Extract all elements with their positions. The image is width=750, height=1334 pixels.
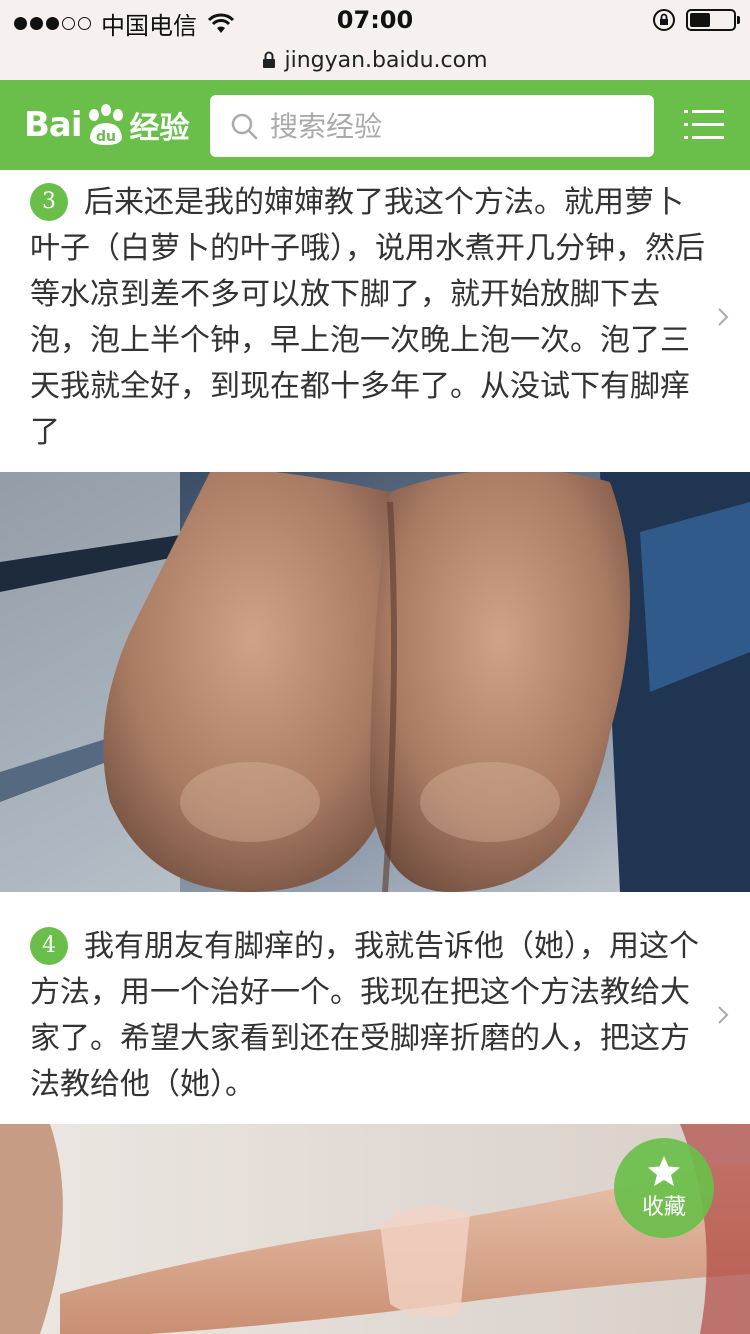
orientation-lock-icon <box>653 9 675 31</box>
step-4-text: 我有朋友有脚痒的，我就告诉他（她），用这个方法，用一个治好一个。我现在把这个方法… <box>30 929 699 1102</box>
chevron-right-icon <box>718 308 729 326</box>
feet-soles-image <box>0 472 750 892</box>
step-4[interactable]: 4 我有朋友有脚痒的，我就告诉他（她），用这个方法，用一个治好一个。我现在把这个方… <box>0 892 750 1122</box>
step-3-text: 后来还是我的婶婶教了我这个方法。就用萝卜叶子（白萝卜的叶子哦），说用水煮开几分钟… <box>30 185 705 450</box>
logo-text-du: du <box>96 129 116 145</box>
url-text: jingyan.baidu.com <box>284 47 488 73</box>
logo-text-bai: Bai <box>24 105 83 145</box>
step-3[interactable]: 3 后来还是我的婶婶教了我这个方法。就用萝卜叶子（白萝卜的叶子哦），说用水煮开几分… <box>0 170 750 470</box>
lock-icon <box>263 51 276 68</box>
step-3-text-block: 3 后来还是我的婶婶教了我这个方法。就用萝卜叶子（白萝卜的叶子哦），说用水煮开几分… <box>30 180 710 456</box>
step-3-photo[interactable] <box>0 472 750 892</box>
step-number-badge: 4 <box>30 927 68 965</box>
logo-text-jingyan: 经验 <box>129 111 190 146</box>
site-header: Bai du 经验 <box>0 80 750 170</box>
paw-icon: du <box>88 104 123 145</box>
menu-button[interactable] <box>684 108 724 142</box>
menu-icon <box>684 110 724 139</box>
step-number-badge: 3 <box>30 183 68 221</box>
search-input[interactable] <box>270 109 610 143</box>
search-box[interactable] <box>210 95 654 157</box>
search-icon <box>231 113 258 140</box>
baidu-jingyan-logo[interactable]: Bai du 经验 <box>24 100 190 150</box>
battery-icon <box>686 9 740 31</box>
status-time: 07:00 <box>336 6 414 34</box>
url-bar[interactable]: jingyan.baidu.com <box>0 40 750 80</box>
status-bar: 中国电信 07:00 <box>0 0 750 40</box>
chevron-right-icon <box>718 1006 729 1024</box>
star-icon <box>648 1156 680 1186</box>
status-right <box>652 8 740 32</box>
favorite-label: 收藏 <box>641 1195 686 1220</box>
step-4-text-block: 4 我有朋友有脚痒的，我就告诉他（她），用这个方法，用一个治好一个。我现在把这个方… <box>30 924 710 1108</box>
favorite-button[interactable]: 收藏 <box>614 1138 714 1238</box>
